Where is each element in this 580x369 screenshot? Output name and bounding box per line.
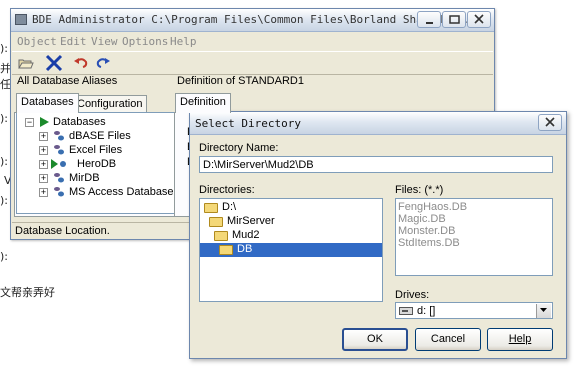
- drive-value: d: []: [417, 305, 436, 317]
- ok-button[interactable]: OK: [342, 328, 408, 351]
- directory-item-selected[interactable]: DB: [200, 243, 382, 257]
- expand-icon[interactable]: +: [39, 174, 48, 183]
- dialog-close-button[interactable]: [538, 114, 562, 131]
- undo-icon[interactable]: [72, 55, 90, 71]
- directory-item[interactable]: MirServer: [202, 215, 380, 229]
- database-tree: − Databases + dBASE Files + Excel Files …: [16, 112, 177, 214]
- tree-item-label: MirDB: [69, 172, 100, 184]
- select-directory-dialog: Select Directory Directory Name: D:\MirS…: [189, 111, 567, 359]
- bg-fragment: ):: [0, 155, 8, 168]
- directory-item-label: DB: [237, 243, 253, 255]
- dialog-title: Select Directory: [195, 117, 301, 130]
- drives-label: Drives:: [395, 289, 430, 301]
- minimize-icon: [426, 22, 433, 24]
- menu-view[interactable]: View: [91, 35, 118, 48]
- redo-icon[interactable]: [94, 55, 112, 71]
- files-list[interactable]: FengHaos.DB Magic.DB Monster.DB StdItems…: [395, 198, 553, 276]
- tree-item-label: Excel Files: [69, 144, 123, 156]
- bde-window-title: BDE Administrator C:\Program Files\Commo…: [32, 13, 483, 26]
- open-folder-icon: [214, 231, 228, 241]
- open-folder-icon: [209, 217, 223, 227]
- files-label: Files: (*.*): [395, 184, 444, 196]
- bg-fragment: ):: [0, 42, 8, 55]
- directories-list[interactable]: D:\ MirServer Mud2 DB: [199, 198, 383, 302]
- database-alias-icon: [54, 131, 64, 141]
- databases-root-icon: [40, 117, 49, 127]
- menu-options[interactable]: Options: [122, 35, 168, 48]
- maximize-button[interactable]: [442, 11, 466, 28]
- left-pane-header: All Database Aliases: [17, 75, 118, 87]
- menu-object[interactable]: Object: [17, 35, 57, 48]
- expand-icon[interactable]: +: [39, 132, 48, 141]
- menu-help[interactable]: Help: [170, 35, 197, 48]
- collapse-icon[interactable]: −: [25, 118, 34, 127]
- directory-item[interactable]: Mud2: [202, 229, 380, 243]
- bg-fragment: 文帮亲弄好: [0, 286, 55, 299]
- file-item[interactable]: StdItems.DB: [398, 237, 460, 251]
- directory-item[interactable]: D:\: [202, 201, 380, 215]
- cancel-button[interactable]: Cancel: [415, 328, 481, 351]
- database-alias-icon: [54, 187, 64, 197]
- bg-fragment: ):: [0, 194, 8, 207]
- tree-item-label: dBASE Files: [69, 130, 131, 142]
- close-button[interactable]: [467, 11, 491, 28]
- database-alias-icon: [54, 173, 64, 183]
- tab-configuration[interactable]: Configuration: [72, 95, 148, 113]
- database-alias-active-icon: [51, 159, 66, 169]
- database-alias-icon: [54, 145, 64, 155]
- tab-definition[interactable]: Definition: [175, 93, 231, 113]
- tab-databases[interactable]: Databases: [16, 93, 79, 113]
- directory-name-field[interactable]: D:\MirServer\Mud2\DB: [199, 156, 553, 173]
- open-folder-icon: [219, 245, 233, 255]
- directories-label: Directories:: [199, 184, 255, 196]
- directory-item-label: D:\: [222, 201, 237, 213]
- bde-app-icon: [15, 14, 27, 25]
- drive-icon: [399, 307, 413, 315]
- delete-icon[interactable]: [44, 54, 64, 72]
- close-icon: [474, 14, 484, 24]
- expand-icon[interactable]: +: [39, 146, 48, 155]
- tree-item-label: HeroDB: [77, 158, 117, 170]
- bg-fragment: ):: [0, 250, 8, 263]
- directory-item-label: Mud2: [232, 229, 260, 241]
- tree-item-label: MS Access Database: [69, 186, 174, 198]
- bg-fragment: ):: [0, 112, 8, 125]
- menu-bar: Object Edit View Options Help: [11, 32, 494, 50]
- open-folder-icon[interactable]: [17, 55, 35, 71]
- dialog-title-bar[interactable]: Select Directory: [190, 112, 566, 135]
- drives-combo[interactable]: d: []: [395, 302, 553, 319]
- minimize-button[interactable]: [417, 11, 441, 28]
- expand-icon[interactable]: +: [39, 160, 48, 169]
- directory-item-label: MirServer: [227, 215, 275, 227]
- toolbar: [12, 51, 493, 75]
- close-icon: [545, 117, 555, 127]
- right-pane-header: Definition of STANDARD1: [177, 75, 304, 87]
- expand-icon[interactable]: +: [39, 188, 48, 197]
- directory-name-label: Directory Name:: [199, 142, 279, 154]
- open-folder-icon: [204, 203, 218, 213]
- maximize-icon: [449, 15, 460, 24]
- menu-edit[interactable]: Edit: [60, 35, 87, 48]
- tree-item-label: Databases: [53, 116, 106, 128]
- chevron-down-icon[interactable]: [536, 304, 551, 318]
- help-button[interactable]: Help: [487, 328, 553, 351]
- bde-title-bar[interactable]: BDE Administrator C:\Program Files\Commo…: [11, 9, 494, 32]
